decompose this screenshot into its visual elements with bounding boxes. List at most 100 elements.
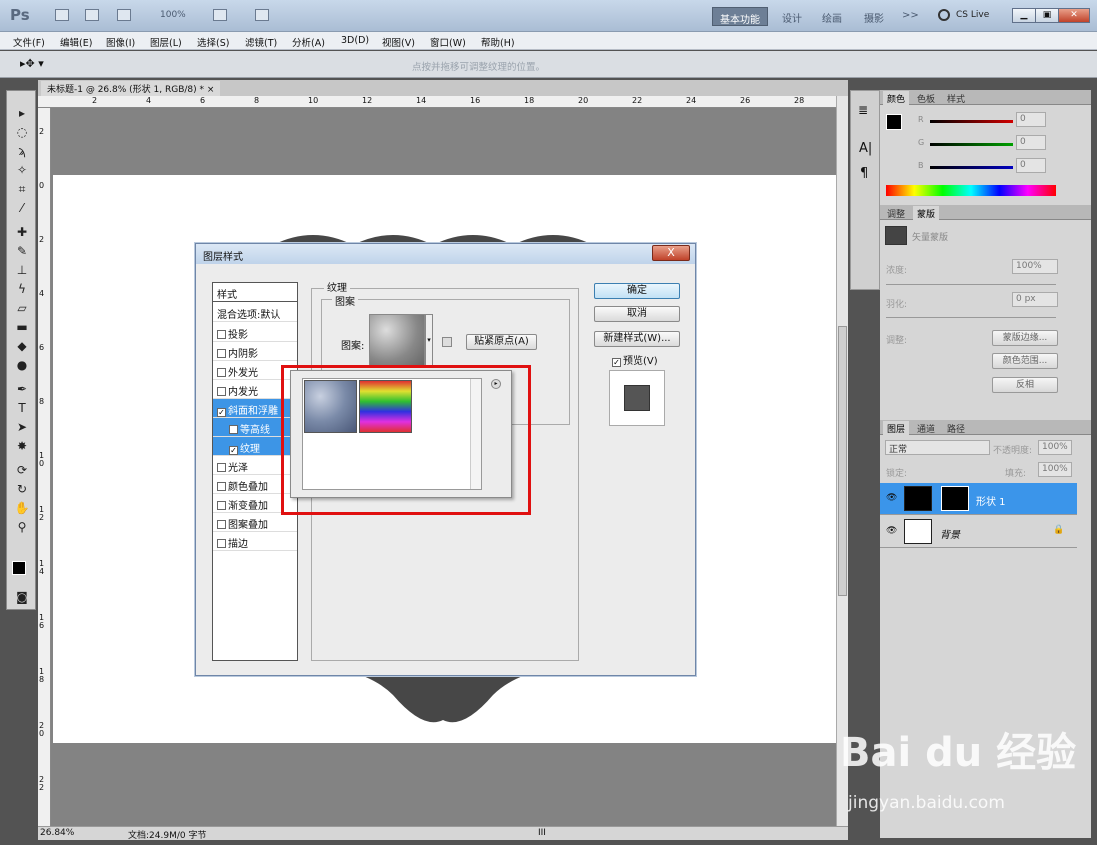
3d-orbit-tool-icon[interactable]: ↻ <box>11 481 33 498</box>
status-zoom[interactable]: 26.84% <box>40 828 74 838</box>
healing-tool-icon[interactable]: ✚ <box>11 224 33 241</box>
dodge-tool-icon[interactable]: ● <box>11 357 33 374</box>
checkbox[interactable] <box>217 463 226 472</box>
style-item[interactable]: 描边 <box>213 532 297 551</box>
feather-input[interactable]: 0 px <box>1012 292 1058 307</box>
eraser-tool-icon[interactable]: ▱ <box>11 300 33 317</box>
pen-tool-icon[interactable]: ✒ <box>11 381 33 398</box>
menu-3d[interactable]: 3D(D) <box>341 35 369 46</box>
menu-edit[interactable]: 编辑(E) <box>60 35 92 49</box>
tab-channels[interactable]: 通道 <box>913 421 939 435</box>
tab-swatches[interactable]: 色板 <box>913 91 939 105</box>
brush-tool-icon[interactable]: ✎ <box>11 243 33 260</box>
checkbox[interactable] <box>217 482 226 491</box>
character-panel-icon[interactable]: A| <box>859 141 872 156</box>
color-range-button[interactable]: 颜色范围... <box>992 353 1058 369</box>
type-tool-icon[interactable]: T <box>11 400 33 417</box>
checkbox-checked[interactable]: ✓ <box>217 408 226 417</box>
preview-checkbox[interactable]: ✓ 预览(V) <box>612 352 658 367</box>
checkbox-checked[interactable]: ✓ <box>612 358 621 367</box>
stamp-tool-icon[interactable]: ⊥ <box>11 262 33 279</box>
channel-g-slider[interactable] <box>930 143 1013 146</box>
move-tool-preset-icon[interactable]: ▸✥ ▾ <box>20 57 44 70</box>
eyedropper-tool-icon[interactable]: ⁄ <box>11 200 33 217</box>
minimize-button[interactable]: ▁ <box>1012 8 1036 23</box>
menu-window[interactable]: 窗口(W) <box>430 35 466 49</box>
checkbox[interactable] <box>217 330 226 339</box>
document-tab[interactable]: 未标题-1 @ 26.8% (形状 1, RGB/8) * × <box>41 81 221 96</box>
shape-tool-icon[interactable]: ✸ <box>11 438 33 455</box>
layer-name[interactable]: 形状 1 <box>976 493 1006 508</box>
color-spectrum-bar[interactable] <box>886 185 1056 196</box>
checkbox[interactable] <box>217 349 226 358</box>
channel-b-slider[interactable] <box>930 166 1013 169</box>
zoom-tool-icon[interactable]: ⚲ <box>11 519 33 536</box>
blur-tool-icon[interactable]: ◆ <box>11 338 33 355</box>
style-item[interactable]: 内阴影 <box>213 342 297 361</box>
lasso-tool-icon[interactable]: ϡ <box>11 143 33 160</box>
checkbox[interactable] <box>229 425 238 434</box>
visibility-eye-icon[interactable]: 👁 <box>886 526 897 536</box>
invert-button[interactable]: 反相 <box>992 377 1058 393</box>
tab-adjustments[interactable]: 调整 <box>883 206 909 220</box>
mask-edge-button[interactable]: 蒙版边缘... <box>992 330 1058 346</box>
tab-masks[interactable]: 蒙版 <box>913 206 940 220</box>
snap-to-origin-button[interactable]: 贴紧原点(A) <box>466 334 537 350</box>
hand-tool-icon[interactable]: ✋ <box>11 500 33 517</box>
new-preset-icon[interactable] <box>442 337 452 347</box>
style-item[interactable]: 图案叠加 <box>213 513 297 532</box>
3d-rotate-tool-icon[interactable]: ⟳ <box>11 462 33 479</box>
bridge-icon[interactable] <box>55 9 69 21</box>
menu-view[interactable]: 视图(V) <box>382 35 415 49</box>
fill-input[interactable]: 100% <box>1038 462 1072 477</box>
blend-mode-select[interactable]: 正常 <box>885 440 990 455</box>
workspace-basic[interactable]: 基本功能 <box>712 7 768 26</box>
cancel-button[interactable]: 取消 <box>594 306 680 322</box>
styles-header[interactable]: 样式 <box>213 283 297 302</box>
ok-button[interactable]: 确定 <box>594 283 680 299</box>
move-tool-icon[interactable]: ▸ <box>11 105 33 122</box>
gradient-tool-icon[interactable]: ▬ <box>11 319 33 336</box>
foreground-color-chip[interactable] <box>886 114 902 130</box>
pattern-dropdown-arrow[interactable]: ▾ <box>425 314 433 366</box>
density-slider[interactable] <box>886 284 1056 285</box>
feather-slider[interactable] <box>886 317 1056 318</box>
tab-styles[interactable]: 样式 <box>943 91 969 105</box>
new-style-button[interactable]: 新建样式(W)... <box>594 331 680 347</box>
cs-live-menu[interactable]: CS Live <box>956 10 989 20</box>
mini-bridge-icon[interactable] <box>85 9 99 21</box>
checkbox[interactable] <box>217 520 226 529</box>
horizontal-scroll-thumb[interactable]: III <box>538 828 546 838</box>
history-brush-tool-icon[interactable]: ϟ <box>11 281 33 298</box>
checkbox[interactable] <box>217 368 226 377</box>
close-button[interactable]: ✕ <box>1058 8 1090 23</box>
scroll-thumb[interactable] <box>838 326 847 596</box>
layer-row[interactable]: 👁 形状 1 <box>880 483 1077 515</box>
workspace-more[interactable]: >> <box>895 7 926 26</box>
menu-help[interactable]: 帮助(H) <box>481 35 515 49</box>
view-extras-icon[interactable] <box>117 9 131 21</box>
foreground-color-swatch[interactable] <box>12 561 26 575</box>
dialog-close-button[interactable]: X <box>652 245 690 261</box>
opacity-input[interactable]: 100% <box>1038 440 1072 455</box>
layer-name[interactable]: 背景 <box>940 526 960 541</box>
blending-options-item[interactable]: 混合选项:默认 <box>213 303 297 322</box>
tab-layers[interactable]: 图层 <box>883 421 910 435</box>
menu-filter[interactable]: 滤镜(T) <box>245 35 277 49</box>
layer-row[interactable]: 👁 背景 🔒 <box>880 516 1077 548</box>
menu-file[interactable]: 文件(F) <box>13 35 45 49</box>
arrange-documents-icon[interactable] <box>213 9 227 21</box>
workspace-paint[interactable]: 绘画 <box>815 7 849 26</box>
checkbox[interactable] <box>217 501 226 510</box>
maximize-button[interactable]: ▣ <box>1035 8 1059 23</box>
workspace-photo[interactable]: 摄影 <box>857 7 891 26</box>
style-item[interactable]: 投影 <box>213 323 297 342</box>
vertical-scrollbar[interactable] <box>836 96 848 828</box>
channel-r-input[interactable]: 0 <box>1016 112 1046 127</box>
quick-mask-icon[interactable]: ◙ <box>11 589 33 606</box>
tab-color[interactable]: 颜色 <box>883 91 910 105</box>
checkbox[interactable] <box>217 539 226 548</box>
zoom-level[interactable]: 100% <box>160 10 186 20</box>
history-panel-icon[interactable]: ≣ <box>858 103 868 117</box>
path-select-tool-icon[interactable]: ➤ <box>11 419 33 436</box>
